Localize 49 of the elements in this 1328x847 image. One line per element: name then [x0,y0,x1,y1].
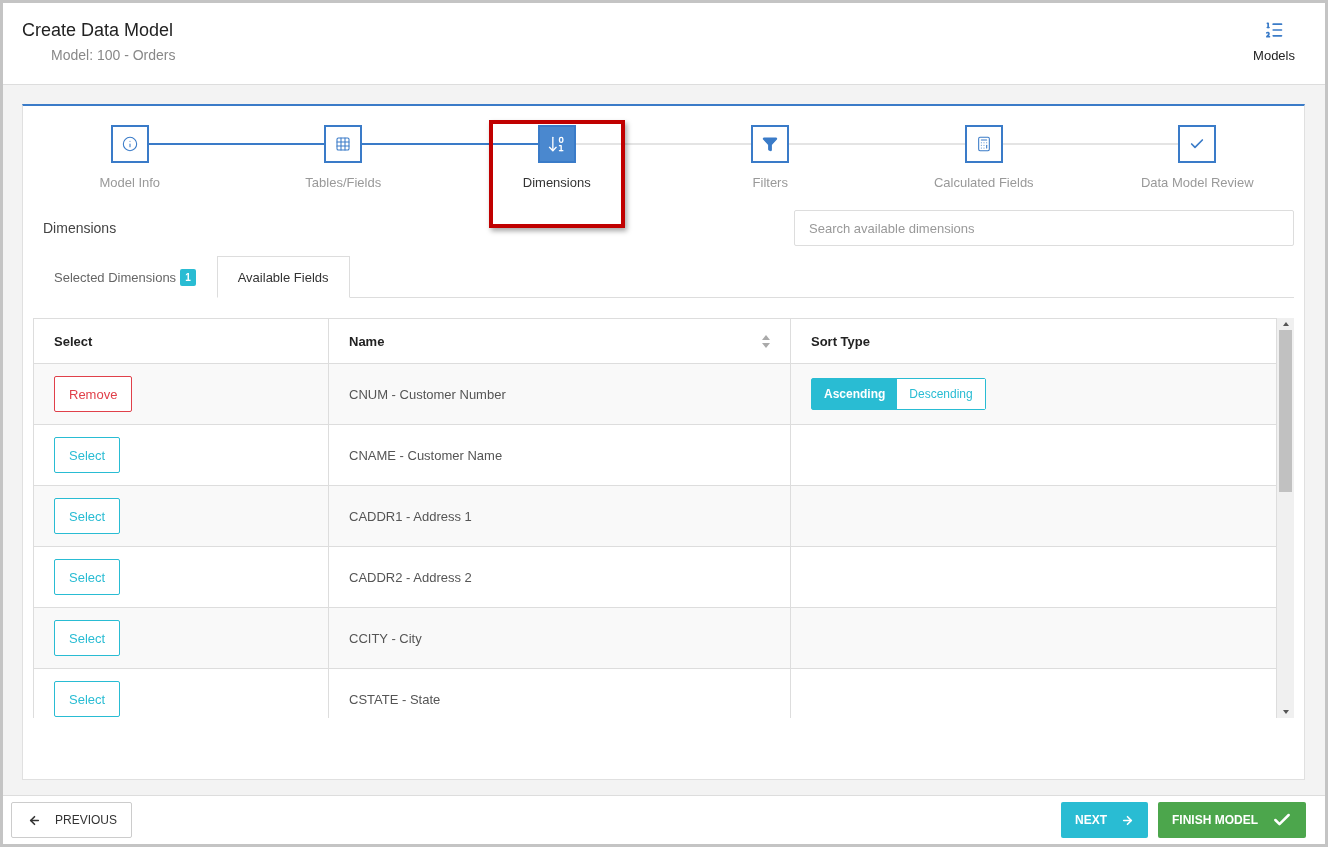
field-name: CADDR1 - Address 1 [349,508,472,524]
sort-icon [546,134,567,154]
step-label: Tables/Fields [305,175,382,190]
models-button[interactable]: Models [1253,20,1295,68]
field-name: CNAME - Customer Name [349,447,503,463]
numbered-list-icon [1264,20,1285,40]
step-label: Data Model Review [1140,175,1254,190]
column-header: Sort Type [811,333,870,349]
remove-button[interactable]: Remove [54,376,133,412]
next-button[interactable]: NEXT [1061,802,1148,838]
previous-button[interactable]: PREVIOUS [11,802,132,838]
select-button[interactable]: Select [54,437,121,473]
scrollbar[interactable] [1277,318,1294,718]
step-label: Model Info [99,175,161,190]
select-button[interactable]: Select [54,681,121,717]
filter-icon [762,136,779,152]
select-button[interactable]: Select [54,620,121,656]
column-header: Name [349,333,385,349]
grid-icon [335,136,352,152]
field-name: CNUM - Customer Number [349,386,506,402]
step-button[interactable] [964,125,1003,163]
step-label: Filters [752,175,788,190]
finish-model-button[interactable]: FINISH MODEL [1158,802,1306,838]
column-header: Select [54,333,93,349]
count-badge: 1 [180,269,196,286]
page-title: Create Data Model [22,20,175,41]
field-name: CCITY - City [349,630,422,646]
select-button[interactable]: Select [54,498,121,534]
sort-toggle[interactable]: Descending [897,379,985,409]
step-button[interactable] [110,125,149,163]
select-button[interactable]: Select [54,559,121,595]
step-button[interactable] [751,125,790,163]
search-field[interactable]: Search available dimensions [794,210,1294,246]
step-button[interactable] [1178,125,1217,163]
sort-arrows-icon[interactable] [762,334,770,348]
calculator-icon [975,136,992,152]
field-name: CADDR2 - Address 2 [349,569,472,585]
step-button[interactable] [324,125,363,163]
section-title: Dimensions [43,220,117,236]
arrow-left-icon [28,813,41,827]
tab[interactable]: Available Fields [216,256,350,298]
arrow-right-icon [1121,813,1134,827]
info-icon [121,136,138,152]
sort-toggle[interactable]: Ascending [812,379,898,409]
step-button[interactable] [537,125,576,163]
step-label: Dimensions [522,175,591,190]
field-name: CSTATE - State [349,691,441,707]
step-label: Calculated Fields [933,175,1034,190]
model-subtitle: Model: 100 - Orders [51,47,176,63]
